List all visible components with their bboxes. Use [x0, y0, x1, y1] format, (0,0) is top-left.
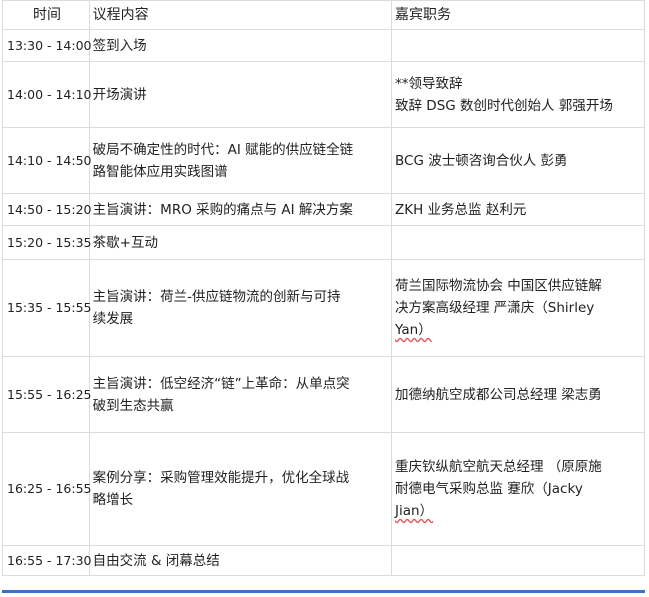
content-line: 主旨演讲：低空经济“链”上革命：从单点突 — [92, 375, 350, 392]
time-cell: 15:35 - 15:55 — [2, 259, 92, 357]
guest-cell — [391, 225, 645, 260]
guest-cell: 加德纳航空成都公司总经理 梁志勇 — [391, 356, 645, 433]
content-cell: 签到入场 — [88, 29, 393, 62]
content-cell: 主旨演讲：低空经济“链”上革命：从单点突 破到生态共赢 — [88, 356, 393, 433]
table-row: 13:30 - 14:00 签到入场 — [2, 29, 645, 62]
content-cell: 自由交流 & 闭幕总结 — [88, 545, 393, 576]
content-line: 签到入场 — [92, 37, 147, 54]
guest-cell: ZKH 业务总监 赵利元 — [391, 193, 645, 226]
bottom-divider — [2, 590, 645, 593]
time-cell: 14:10 - 14:50 — [2, 127, 92, 194]
guest-cell — [391, 545, 645, 576]
guest-line: **领导致辞 — [395, 75, 463, 92]
time-cell: 14:00 - 14:10 — [2, 61, 92, 128]
agenda-table: 时间 议程内容 嘉宾职务 13:30 - 14:00 签到入场 14:00 - … — [2, 0, 645, 576]
time-cell: 16:55 - 17:30 — [2, 545, 92, 576]
guest-line: Jian） — [395, 503, 434, 519]
guest-line: 耐德电气采购总监 蹇欣（Jacky — [395, 481, 583, 497]
content-cell: 案例分享：采购管理效能提升，优化全球战 略增长 — [88, 432, 393, 546]
content-line: 主旨演讲：MRO 采购的痛点与 AI 解决方案 — [92, 201, 353, 218]
content-line: 略增长 — [92, 492, 134, 508]
table-row: 14:10 - 14:50 破局不确定性的时代：AI 赋能的供应链全链 路智能体… — [2, 127, 645, 194]
content-line: 续发展 — [92, 311, 134, 327]
content-line: 开场演讲 — [92, 86, 147, 103]
content-line: 案例分享：采购管理效能提升，优化全球战 — [92, 470, 350, 486]
guest-line: 致辞 DSG 数创时代创始人 郭强开场 — [395, 97, 613, 114]
time-cell: 16:25 - 16:55 — [2, 432, 92, 546]
guest-line: 加德纳航空成都公司总经理 梁志勇 — [395, 386, 602, 403]
guest-line: ZKH 业务总监 赵利元 — [395, 201, 527, 218]
time-cell: 15:20 - 15:35 — [2, 225, 92, 260]
header-content: 议程内容 — [88, 0, 393, 30]
header-time: 时间 — [2, 0, 90, 30]
content-cell: 开场演讲 — [88, 61, 393, 128]
guest-cell — [391, 29, 645, 62]
time-cell: 15:55 - 16:25 — [2, 356, 92, 433]
content-cell: 茶歇+互动 — [88, 225, 393, 260]
table-row: 14:50 - 15:20 主旨演讲：MRO 采购的痛点与 AI 解决方案 ZK… — [2, 193, 645, 226]
table-row: 16:55 - 17:30 自由交流 & 闭幕总结 — [2, 545, 645, 576]
content-line: 主旨演讲：荷兰-供应链物流的创新与可持 — [92, 289, 341, 305]
table-row: 14:00 - 14:10 开场演讲 **领导致辞 致辞 DSG 数创时代创始人… — [2, 61, 645, 128]
table-row: 15:20 - 15:35 茶歇+互动 — [2, 225, 645, 260]
table-row: 15:55 - 16:25 主旨演讲：低空经济“链”上革命：从单点突 破到生态共… — [2, 356, 645, 433]
content-cell: 主旨演讲：MRO 采购的痛点与 AI 解决方案 — [88, 193, 393, 226]
content-line: 茶歇+互动 — [92, 234, 158, 251]
content-cell: 破局不确定性的时代：AI 赋能的供应链全链 路智能体应用实践图谱 — [88, 127, 393, 194]
header-guest: 嘉宾职务 — [391, 0, 645, 30]
content-line: 路智能体应用实践图谱 — [92, 163, 228, 180]
guest-line: 重庆钦纵航空航天总经理 （原原施 — [395, 459, 602, 475]
header-row: 时间 议程内容 嘉宾职务 — [2, 0, 645, 30]
guest-cell: BCG 波士顿咨询合伙人 彭勇 — [391, 127, 645, 194]
guest-line: 决方案高级经理 严潇庆（Shirley — [395, 300, 595, 316]
guest-line: 荷兰国际物流协会 中国区供应链解 — [395, 278, 602, 294]
content-line: 破到生态共赢 — [92, 397, 174, 414]
table-row: 15:35 - 15:55 主旨演讲：荷兰-供应链物流的创新与可持 续发展 荷兰… — [2, 259, 645, 357]
content-cell: 主旨演讲：荷兰-供应链物流的创新与可持 续发展 — [88, 259, 393, 357]
time-cell: 13:30 - 14:00 — [2, 29, 92, 62]
guest-cell: 重庆钦纵航空航天总经理 （原原施 耐德电气采购总监 蹇欣（Jacky Jian） — [391, 432, 645, 546]
table-row: 16:25 - 16:55 案例分享：采购管理效能提升，优化全球战 略增长 重庆… — [2, 432, 645, 546]
guest-line: BCG 波士顿咨询合伙人 彭勇 — [395, 152, 568, 169]
content-line: 破局不确定性的时代：AI 赋能的供应链全链 — [92, 141, 354, 158]
guest-cell: **领导致辞 致辞 DSG 数创时代创始人 郭强开场 — [391, 61, 645, 128]
guest-cell: 荷兰国际物流协会 中国区供应链解 决方案高级经理 严潇庆（Shirley Yan… — [391, 259, 645, 357]
time-cell: 14:50 - 15:20 — [2, 193, 92, 226]
content-line: 自由交流 & 闭幕总结 — [92, 552, 220, 569]
guest-line: Yan） — [395, 322, 432, 338]
